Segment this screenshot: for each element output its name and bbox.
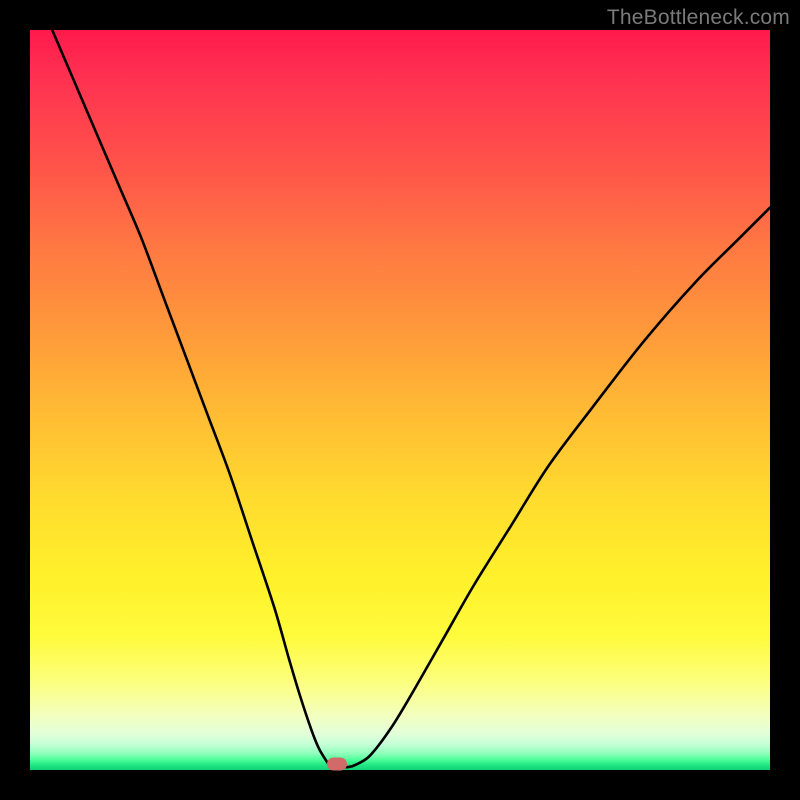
chart-container: TheBottleneck.com	[0, 0, 800, 800]
watermark-text: TheBottleneck.com	[607, 6, 790, 30]
bottleneck-curve	[30, 30, 770, 770]
plot-area	[30, 30, 770, 770]
optimal-point-marker	[327, 758, 347, 771]
